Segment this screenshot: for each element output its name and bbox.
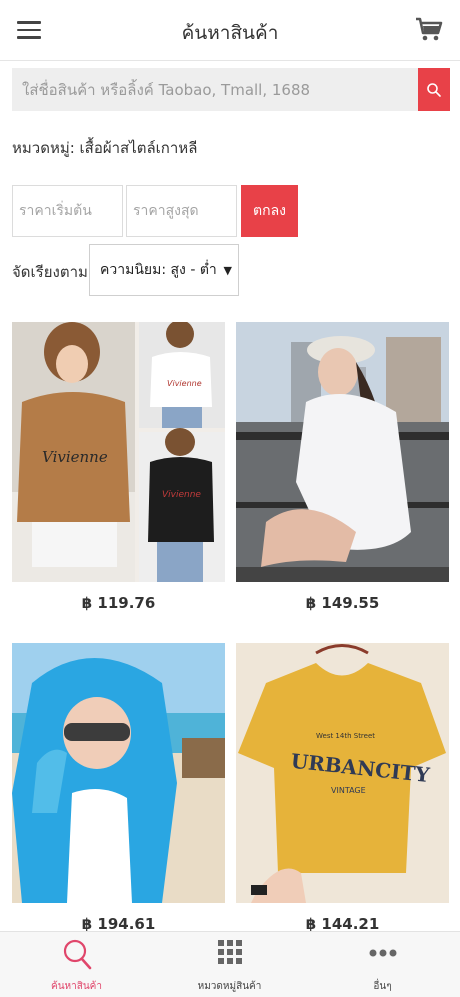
- apply-filter-button[interactable]: ตกลง: [241, 185, 298, 237]
- more-dots-icon: [369, 949, 396, 957]
- page-title: ค้นหาสินค้า: [181, 22, 279, 44]
- product-price: ฿ 119.76: [81, 594, 156, 612]
- nav-more[interactable]: อื่นๆ: [306, 932, 459, 997]
- product-card[interactable]: ฿ 149.55: [236, 322, 449, 612]
- nav-categories[interactable]: หมวดหมู่สินค้า: [153, 932, 306, 997]
- product-image: [236, 322, 449, 582]
- product-image: Vivienne Vivienne Vivienne: [12, 322, 225, 582]
- svg-text:Vivienne: Vivienne: [162, 490, 201, 500]
- product-card[interactable]: West 14th Street URBANCITY VINTAGE ฿ 144…: [236, 643, 449, 933]
- search-icon: [63, 939, 91, 970]
- sort-label: จัดเรียงตาม: [12, 263, 88, 281]
- nav-search-label: ค้นหาสินค้า: [51, 981, 102, 992]
- search-icon: [427, 82, 441, 97]
- product-card[interactable]: ฿ 194.61: [12, 643, 225, 933]
- grid-icon: [217, 940, 242, 964]
- nav-categories-label: หมวดหมู่สินค้า: [197, 981, 262, 992]
- sort-dropdown[interactable]: ความนิยม: สูง - ต่ำ ▼: [89, 244, 239, 296]
- search-bar: [12, 68, 450, 111]
- max-price-input[interactable]: [126, 185, 237, 237]
- svg-text:VINTAGE: VINTAGE: [331, 786, 366, 795]
- svg-text:Vivienne: Vivienne: [167, 379, 202, 388]
- bottom-navigation: ค้นหาสินค้า หมวดหมู่สินค้า อื่นๆ: [0, 931, 460, 997]
- nav-more-label: อื่นๆ: [373, 981, 392, 992]
- product-card[interactable]: Vivienne Vivienne Vivienne ฿ 119.76: [12, 322, 225, 612]
- product-image: [12, 643, 225, 903]
- svg-text:West 14th Street: West 14th Street: [316, 732, 375, 740]
- nav-search[interactable]: ค้นหาสินค้า: [0, 932, 153, 997]
- product-image: West 14th Street URBANCITY VINTAGE: [236, 643, 449, 903]
- svg-text:Vivienne: Vivienne: [42, 448, 108, 466]
- sort-selected-value: ความนิยม: สูง - ต่ำ: [100, 262, 217, 278]
- search-input[interactable]: [12, 68, 418, 111]
- dropdown-caret-icon: ▼: [223, 264, 232, 277]
- min-price-input[interactable]: [12, 185, 123, 237]
- shopping-cart-icon[interactable]: [414, 14, 444, 44]
- search-button[interactable]: [418, 68, 450, 111]
- category-label: หมวดหมู่: เสื้อผ้าสไตล์เกาหลี: [12, 139, 198, 157]
- product-price: ฿ 149.55: [305, 594, 380, 612]
- app-header: ค้นหาสินค้า: [0, 0, 460, 61]
